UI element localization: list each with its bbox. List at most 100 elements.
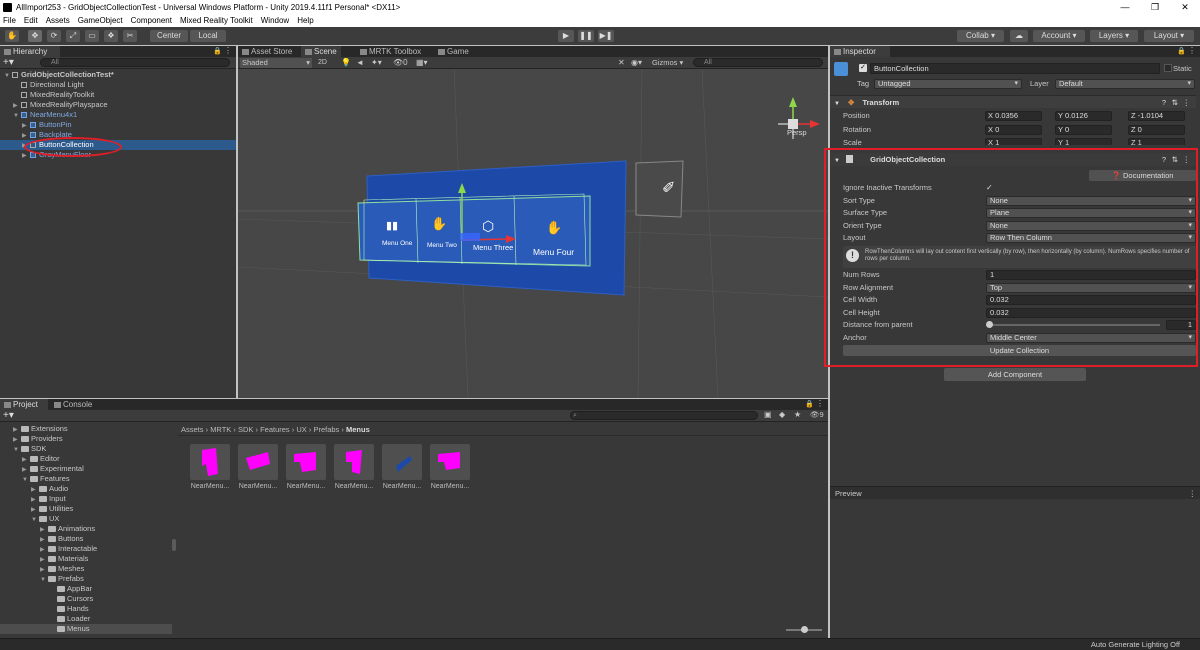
documentation-button[interactable]: ❓ Documentation bbox=[1089, 170, 1196, 181]
2d-toggle[interactable]: 2D bbox=[318, 58, 332, 68]
tab-inspector[interactable]: Inspector bbox=[830, 46, 890, 57]
menu-window[interactable]: Window bbox=[261, 16, 289, 25]
prefab-asset[interactable] bbox=[334, 444, 374, 480]
scale-tool-icon[interactable]: ⤢ bbox=[66, 30, 80, 42]
tree-scrollbar[interactable] bbox=[172, 539, 176, 551]
menu-four-label[interactable]: Menu Four bbox=[533, 247, 574, 257]
folder-item[interactable]: ▶ Buttons bbox=[0, 534, 172, 544]
object-name-field[interactable]: ButtonCollection bbox=[870, 63, 1160, 74]
prefab-asset[interactable] bbox=[286, 444, 326, 480]
menu-edit[interactable]: Edit bbox=[24, 16, 38, 25]
scale-y-field[interactable]: Y 1 bbox=[1055, 138, 1112, 145]
step-icon[interactable]: ▶❚ bbox=[598, 30, 614, 42]
tools-icon[interactable]: ✕ bbox=[618, 58, 625, 67]
hierarchy-item[interactable]: Directional Light bbox=[0, 80, 236, 90]
lock-icon[interactable]: 🔒 bbox=[805, 400, 814, 408]
row-alignment-dropdown[interactable]: Top bbox=[986, 282, 1196, 293]
maximize-icon[interactable]: ❐ bbox=[1140, 0, 1170, 14]
pause-icon[interactable]: ❚❚ bbox=[578, 30, 594, 42]
pivot-center-button[interactable]: Center bbox=[150, 30, 188, 42]
transform-tool-icon[interactable]: ❖ bbox=[104, 30, 118, 42]
tab-mrtk-toolbox[interactable]: MRTK Toolbox bbox=[356, 46, 425, 57]
lighting-icon[interactable]: 💡 bbox=[341, 58, 351, 67]
transform-header[interactable]: ▼ ✥ Transform ? ⇅ ⋮ bbox=[830, 95, 1196, 108]
filter-type-icon[interactable]: ▣ bbox=[764, 410, 772, 419]
close-icon[interactable]: ✕ bbox=[1170, 0, 1200, 14]
preset-icon[interactable]: ⇅ bbox=[1172, 96, 1178, 109]
menu-dots-icon[interactable]: ⋮ bbox=[1189, 487, 1197, 500]
distance-slider[interactable] bbox=[988, 324, 1160, 326]
menu-one-label[interactable]: Menu One bbox=[382, 240, 412, 247]
hidden-count-badge[interactable]: 👁9 bbox=[810, 410, 824, 419]
menu-component[interactable]: Component bbox=[131, 16, 172, 25]
folder-item[interactable]: Hands bbox=[0, 604, 172, 614]
help-icon[interactable]: ? bbox=[1162, 96, 1166, 109]
pivot-local-button[interactable]: Local bbox=[190, 30, 226, 42]
move-tool-icon[interactable]: ✥ bbox=[28, 30, 42, 42]
folder-item[interactable]: Loader bbox=[0, 614, 172, 624]
num-rows-field[interactable]: 1 bbox=[986, 270, 1196, 280]
custom-tool-icon[interactable]: ✂ bbox=[123, 30, 137, 42]
audio-icon[interactable]: ◄ bbox=[356, 58, 364, 67]
persp-label[interactable]: Persp bbox=[787, 128, 807, 137]
rect-tool-icon[interactable]: ▭ bbox=[85, 30, 99, 42]
minimize-icon[interactable]: — bbox=[1110, 0, 1140, 14]
context-menu-icon[interactable]: ⋮ bbox=[1183, 153, 1191, 166]
account-dropdown[interactable]: Account ▾ bbox=[1033, 30, 1085, 42]
active-checkbox[interactable]: ✓ bbox=[859, 64, 867, 72]
cell-width-field[interactable]: 0.032 bbox=[986, 295, 1196, 305]
position-x-field[interactable]: X 0.0356 bbox=[985, 111, 1042, 121]
menu-dots-icon[interactable]: ⋮ bbox=[816, 399, 824, 408]
breadcrumb-item[interactable]: Assets bbox=[181, 425, 204, 434]
prefab-asset[interactable] bbox=[382, 444, 422, 480]
add-icon[interactable]: +▾ bbox=[3, 410, 14, 421]
breadcrumb-item[interactable]: MRTK bbox=[210, 425, 231, 434]
breadcrumb-item[interactable]: SDK bbox=[238, 425, 253, 434]
rotate-tool-icon[interactable]: ⟳ bbox=[47, 30, 61, 42]
context-menu-icon[interactable]: ⋮ bbox=[1183, 96, 1191, 109]
menu-dots-icon[interactable]: ⋮ bbox=[1188, 46, 1196, 55]
distance-field[interactable]: 1 bbox=[1166, 320, 1196, 330]
folder-item[interactable]: ▶ Editor bbox=[0, 454, 172, 464]
add-icon[interactable]: +▾ bbox=[3, 57, 14, 68]
tab-scene[interactable]: Scene bbox=[301, 46, 341, 57]
scene-search-input[interactable]: All bbox=[693, 58, 823, 67]
folder-item[interactable]: ▼ Features bbox=[0, 474, 172, 484]
sort-type-dropdown[interactable]: None bbox=[986, 195, 1196, 206]
preset-icon[interactable]: ⇅ bbox=[1172, 153, 1178, 166]
static-checkbox[interactable] bbox=[1164, 64, 1172, 72]
update-collection-button[interactable]: Update Collection bbox=[843, 345, 1196, 356]
tab-game[interactable]: Game bbox=[434, 46, 473, 57]
folder-item[interactable]: ▼ Prefabs bbox=[0, 574, 172, 584]
folder-item[interactable]: ▶ Input bbox=[0, 494, 172, 504]
menu-assets[interactable]: Assets bbox=[46, 16, 70, 25]
menu-file[interactable]: File bbox=[3, 16, 16, 25]
shading-dropdown[interactable]: Shaded ▾ bbox=[240, 58, 312, 68]
rotation-x-field[interactable]: X 0 bbox=[985, 125, 1042, 135]
effects-icon[interactable]: ✦▾ bbox=[371, 58, 382, 67]
hierarchy-item[interactable]: ▶ Backplate bbox=[0, 130, 236, 140]
tab-project[interactable]: Project bbox=[0, 399, 48, 410]
rotation-y-field[interactable]: Y 0 bbox=[1055, 125, 1112, 135]
camera-icon[interactable]: ◉▾ bbox=[631, 58, 642, 67]
folder-item[interactable]: ▶ Animations bbox=[0, 524, 172, 534]
breadcrumb-item[interactable]: UX bbox=[296, 425, 306, 434]
lock-icon[interactable]: 🔒 bbox=[213, 47, 222, 55]
anchor-dropdown[interactable]: Middle Center bbox=[986, 332, 1196, 343]
menu-two-label[interactable]: Menu Two bbox=[427, 242, 457, 249]
scene-viewport[interactable] bbox=[238, 69, 828, 398]
folder-item[interactable]: ▼ SDK bbox=[0, 444, 172, 454]
folder-item[interactable]: Menus bbox=[0, 624, 172, 634]
scale-x-field[interactable]: X 1 bbox=[985, 138, 1042, 145]
add-component-button[interactable]: Add Component bbox=[944, 368, 1086, 381]
breadcrumb-item[interactable]: Menus bbox=[346, 425, 370, 434]
scale-z-field[interactable]: Z 1 bbox=[1128, 138, 1185, 145]
breadcrumb-item[interactable]: Features bbox=[260, 425, 290, 434]
hierarchy-item[interactable]: ▼ GridObjectCollectionTest* bbox=[0, 70, 236, 80]
gizmos-dropdown[interactable]: Gizmos ▾ bbox=[652, 58, 688, 68]
tag-dropdown[interactable]: Untagged bbox=[874, 79, 1022, 89]
prefab-asset[interactable] bbox=[190, 444, 230, 480]
orient-type-dropdown[interactable]: None bbox=[986, 220, 1196, 231]
project-search-input[interactable]: ⌕ bbox=[570, 411, 758, 420]
folder-item[interactable]: ▶ Extensions bbox=[0, 424, 172, 434]
